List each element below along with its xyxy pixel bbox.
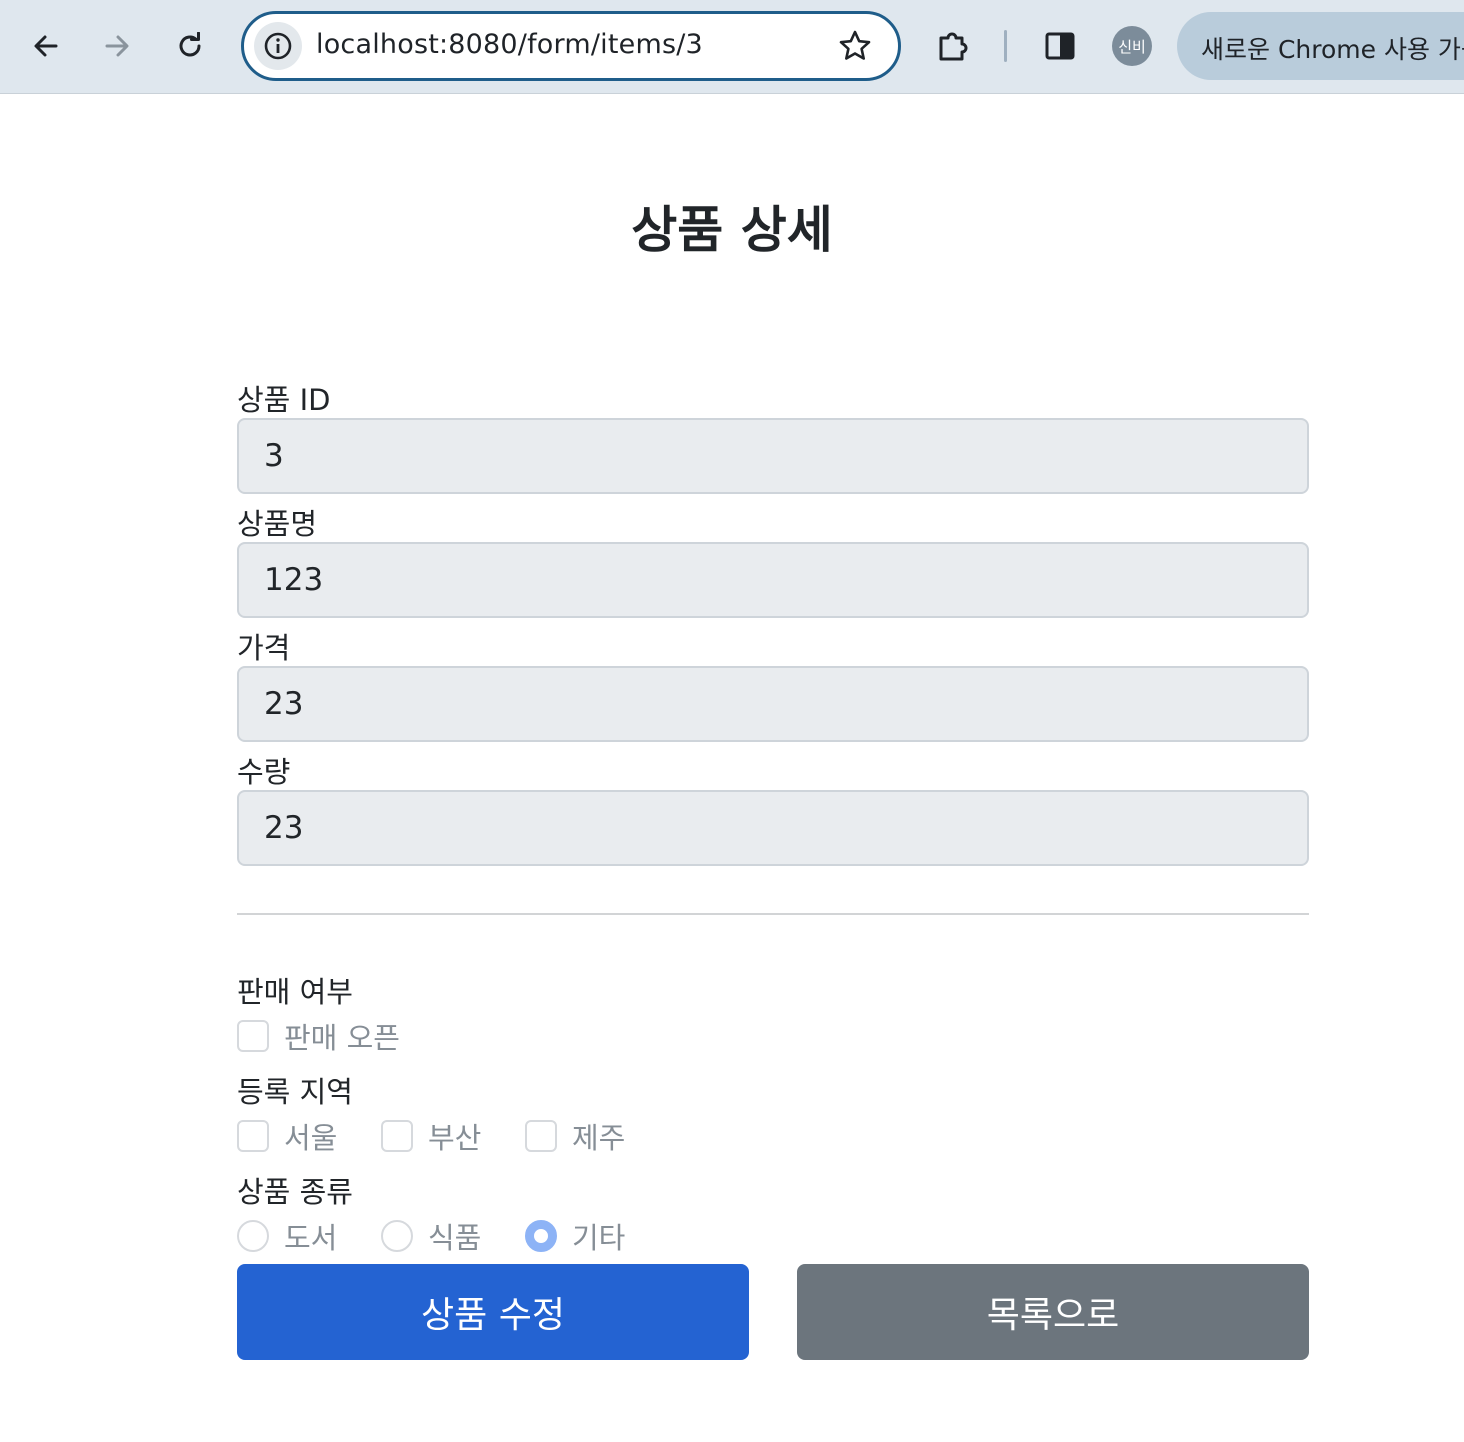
reload-button[interactable] <box>166 22 214 70</box>
item-type-radio-book[interactable] <box>237 1220 269 1252</box>
reload-icon <box>179 32 201 57</box>
browser-toolbar: localhost:8080/form/items/3 신비 새로운 Chrom… <box>0 0 1464 94</box>
region-checkbox-busan[interactable] <box>381 1120 413 1152</box>
item-id-label: 상품 ID <box>237 383 331 417</box>
item-type-radio-etc[interactable] <box>525 1220 557 1252</box>
item-id-field[interactable]: 3 <box>237 418 1309 494</box>
address-bar[interactable]: localhost:8080/form/items/3 <box>241 11 901 81</box>
item-type-option-etc[interactable]: 기타 <box>525 1218 626 1255</box>
back-button[interactable] <box>22 22 70 70</box>
side-panel-icon <box>1045 32 1075 60</box>
site-info-icon <box>264 32 292 60</box>
regions-label: 등록 지역 <box>237 1075 353 1109</box>
extensions-puzzle-icon <box>939 32 968 61</box>
region-checkbox-jeju[interactable] <box>525 1120 557 1152</box>
edit-item-button[interactable]: 상품 수정 <box>237 1264 749 1360</box>
profile-avatar[interactable]: 신비 <box>1112 26 1152 66</box>
forward-arrow-icon <box>105 35 129 57</box>
quantity-label: 수량 <box>237 755 291 789</box>
url-text[interactable]: localhost:8080/form/items/3 <box>316 29 703 60</box>
site-info-button[interactable] <box>254 22 302 70</box>
page-title: 상품 상세 <box>631 201 833 259</box>
toolbar-separator <box>1004 30 1007 62</box>
region-label-jeju: 제주 <box>572 1121 626 1155</box>
chrome-update-text: 새로운 Chrome 사용 가능 <box>1201 35 1464 64</box>
bookmark-star-icon <box>839 30 871 60</box>
chrome-update-chip[interactable]: 새로운 Chrome 사용 가능 <box>1177 12 1464 80</box>
sale-status-label: 판매 여부 <box>237 975 353 1009</box>
item-type-label-book: 도서 <box>284 1221 338 1255</box>
price-field[interactable]: 23 <box>237 666 1309 742</box>
divider <box>237 913 1309 915</box>
back-arrow-icon <box>34 35 58 57</box>
item-type-option-book[interactable]: 도서 <box>237 1218 338 1255</box>
price-label: 가격 <box>237 631 291 665</box>
region-label-seoul: 서울 <box>284 1121 338 1155</box>
bookmark-button[interactable] <box>838 29 872 67</box>
sale-open-option[interactable]: 판매 오픈 <box>237 1018 400 1055</box>
sale-open-checkbox[interactable] <box>237 1020 269 1052</box>
extensions-button[interactable] <box>929 22 977 70</box>
back-to-list-button[interactable]: 목록으로 <box>797 1264 1309 1360</box>
region-option-jeju[interactable]: 제주 <box>525 1118 626 1155</box>
forward-button[interactable] <box>93 22 141 70</box>
side-panel-button[interactable] <box>1036 22 1084 70</box>
item-type-option-food[interactable]: 식품 <box>381 1218 482 1255</box>
item-type-radio-food[interactable] <box>381 1220 413 1252</box>
region-label-busan: 부산 <box>428 1121 482 1155</box>
region-option-busan[interactable]: 부산 <box>381 1118 482 1155</box>
region-checkbox-seoul[interactable] <box>237 1120 269 1152</box>
item-type-label-food: 식품 <box>428 1221 482 1255</box>
quantity-field[interactable]: 23 <box>237 790 1309 866</box>
item-type-label-etc: 기타 <box>572 1221 626 1255</box>
sale-open-label: 판매 오픈 <box>284 1021 400 1055</box>
region-option-seoul[interactable]: 서울 <box>237 1118 338 1155</box>
item-name-label: 상품명 <box>237 507 318 541</box>
item-type-label: 상품 종류 <box>237 1175 353 1209</box>
item-name-field[interactable]: 123 <box>237 542 1309 618</box>
